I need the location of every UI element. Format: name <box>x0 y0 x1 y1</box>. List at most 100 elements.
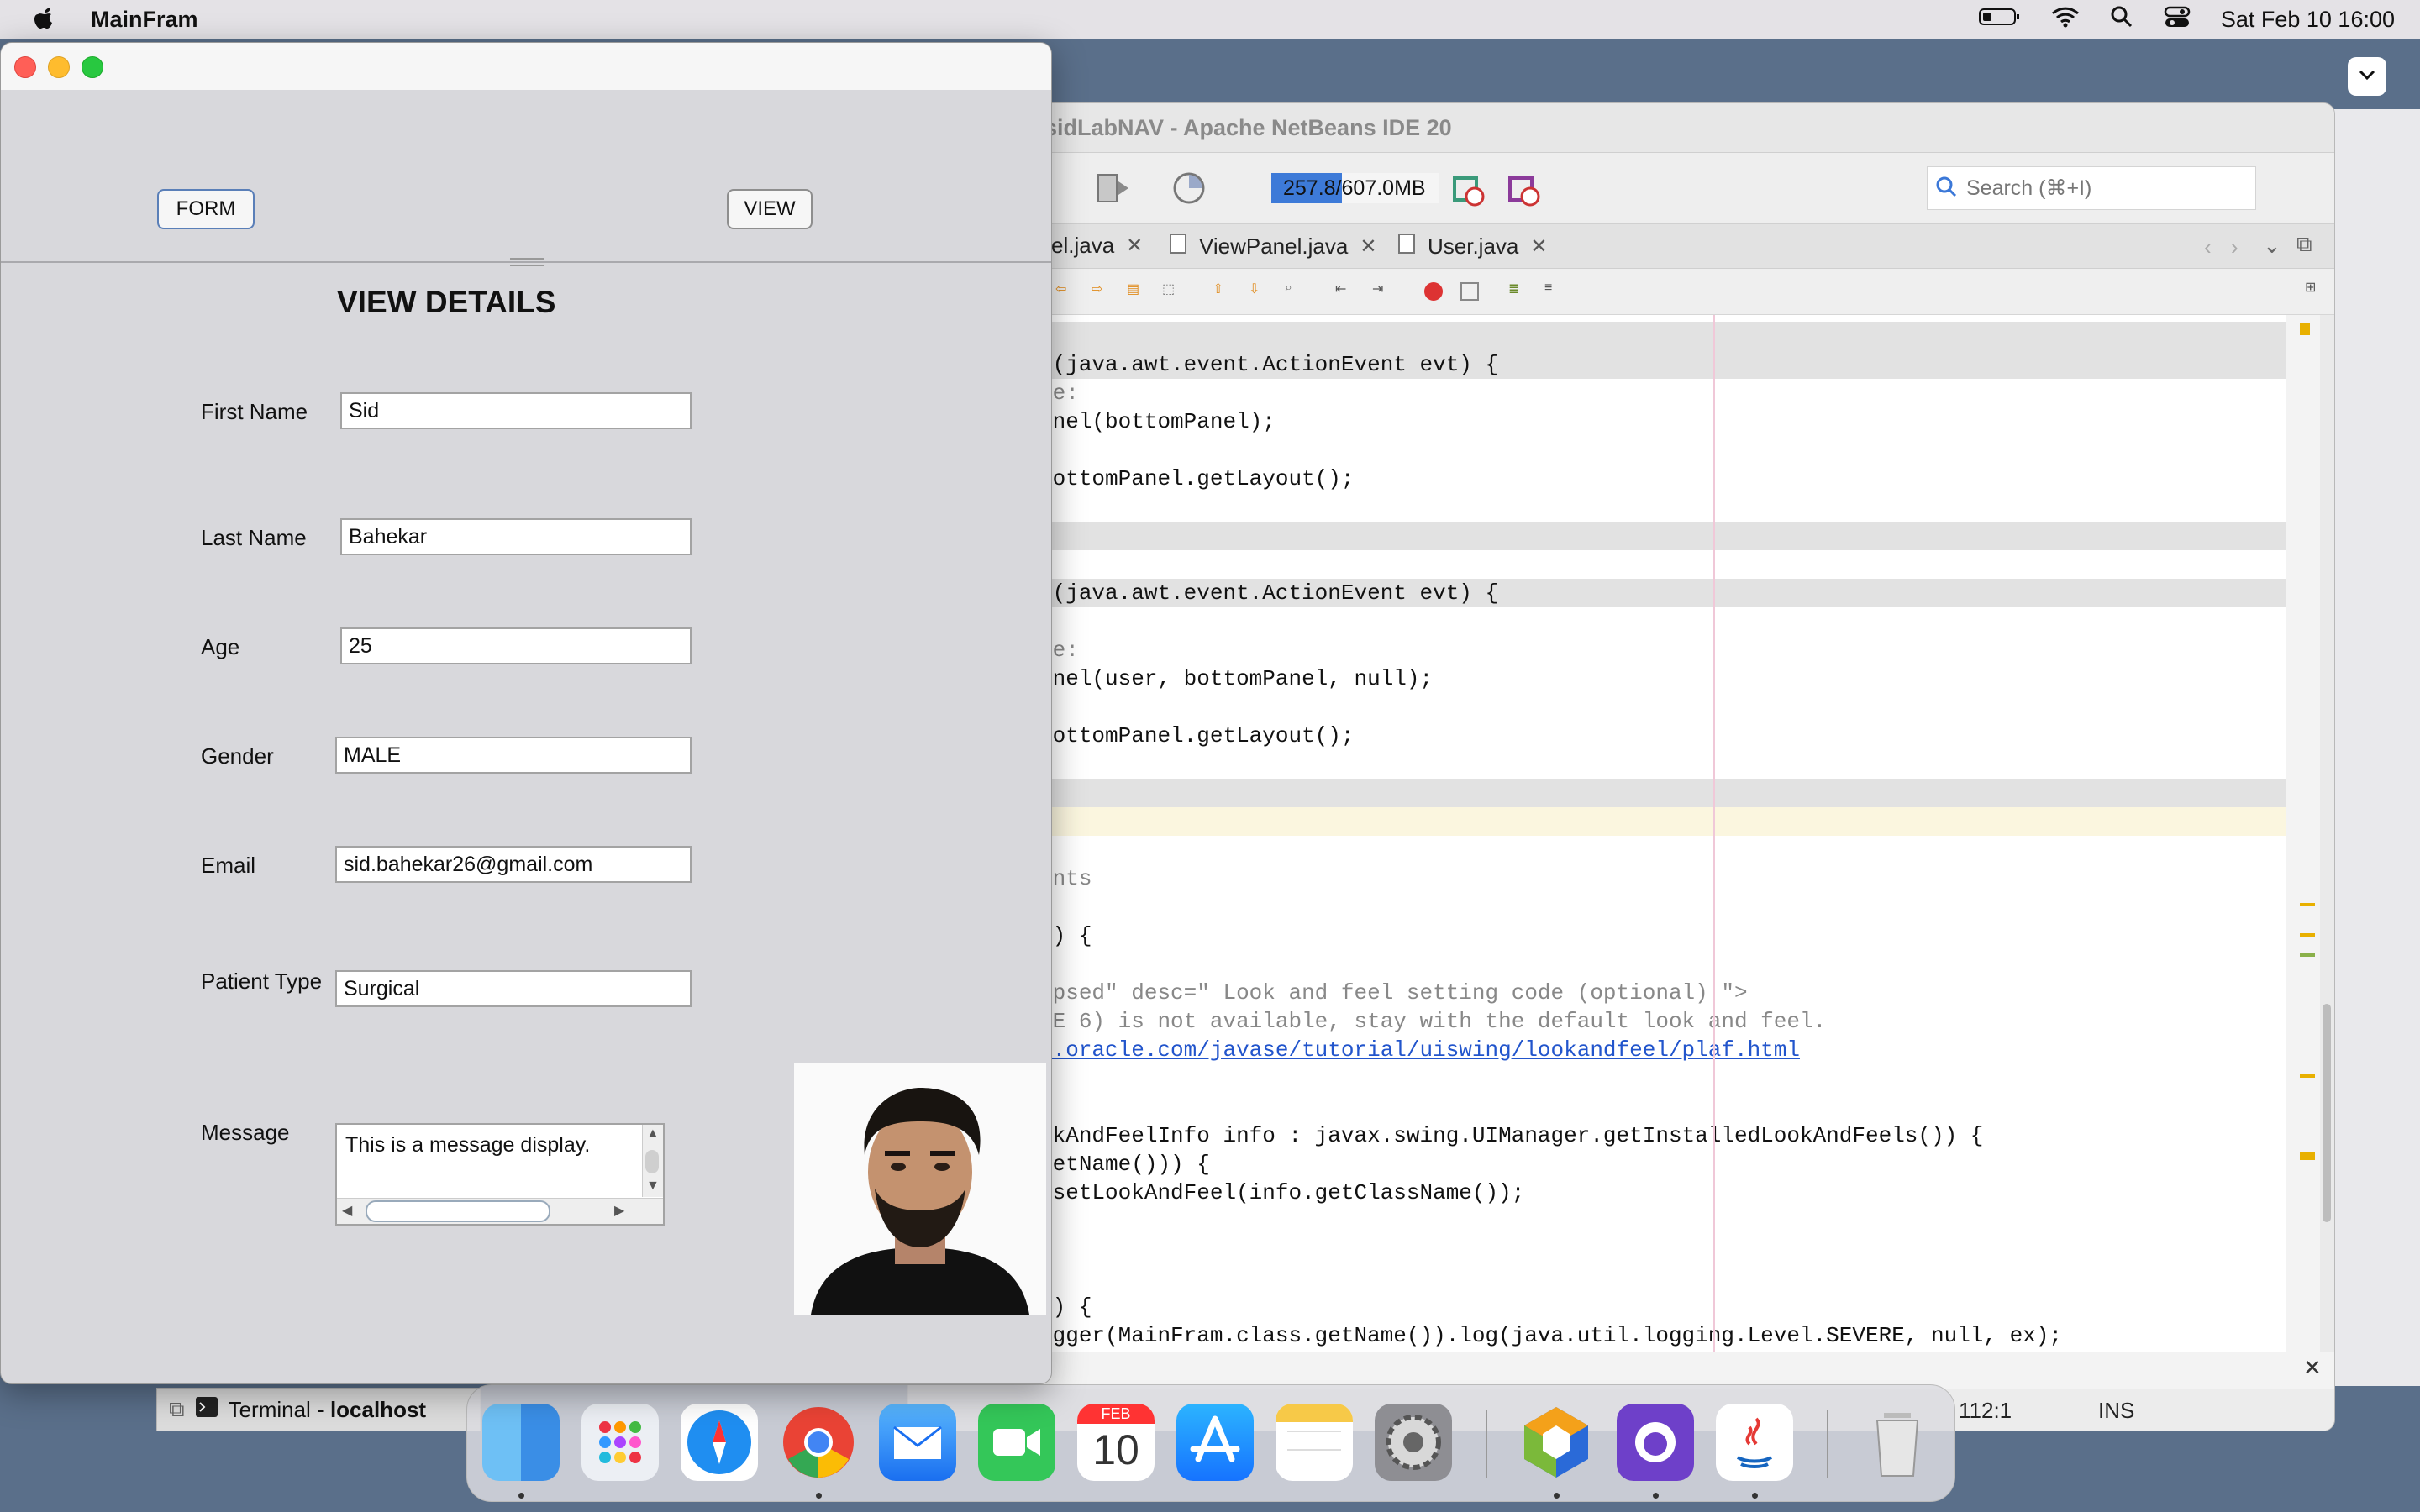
editor-tab[interactable]: User.java ✕ <box>1397 233 1548 260</box>
code-line[interactable]: new FormPanel(bottomPanel); <box>908 407 2286 436</box>
gender-field[interactable]: MALE <box>335 737 692 774</box>
close-icon[interactable]: ✕ <box>1360 234 1376 259</box>
horizontal-scroll-thumb[interactable] <box>366 1200 550 1222</box>
vertical-scroll-thumb[interactable] <box>645 1150 659 1173</box>
code-line[interactable] <box>908 550 2286 579</box>
dropdown-chevron-button[interactable] <box>2348 57 2386 96</box>
code-line[interactable] <box>908 522 2286 550</box>
close-icon[interactable]: ✕ <box>1126 234 1143 258</box>
close-window-icon[interactable] <box>14 56 36 78</box>
code-line[interactable] <box>908 1064 2286 1093</box>
code-line[interactable]: onPerformed(java.awt.event.ActionEvent e… <box>908 350 2286 379</box>
tab-scroll-right-icon[interactable]: › <box>2231 234 2238 260</box>
scroll-left-icon[interactable]: ◀ <box>342 1202 352 1219</box>
apple-icon[interactable] <box>34 4 55 38</box>
code-line[interactable]: ); <box>908 493 2286 522</box>
minimize-window-icon[interactable] <box>48 56 70 78</box>
code-line[interactable] <box>908 1264 2286 1293</box>
scroll-down-icon[interactable]: ▼ <box>646 1179 660 1194</box>
code-line[interactable]: .UIManager.setLookAndFeel(info.getClassN… <box>908 1179 2286 1207</box>
code-line[interactable] <box>908 807 2286 836</box>
code-line[interactable]: ://download.oracle.com/javase/tutorial/u… <box>908 1036 2286 1064</box>
notes-icon[interactable] <box>1276 1404 1353 1481</box>
code-line[interactable]: tate="collapsed" desc=" Look and feel se… <box>908 979 2286 1007</box>
close-output-icon[interactable]: ✕ <box>2303 1355 2322 1381</box>
email-field[interactable]: sid.bahekar26@gmail.com <box>335 846 692 883</box>
app-store-icon[interactable] <box>1176 1404 1254 1481</box>
scrollbar-thumb[interactable] <box>2323 1004 2331 1222</box>
system-settings-icon[interactable] <box>1375 1404 1452 1481</box>
shift-line-right-icon[interactable]: ⇨ <box>1092 281 1102 297</box>
split-editor-icon[interactable]: ⊞ <box>2305 279 2316 296</box>
move-up-icon[interactable]: ⇧ <box>1213 281 1223 297</box>
chrome-icon[interactable] <box>780 1404 857 1481</box>
spotlight-search-icon[interactable] <box>2110 5 2133 34</box>
code-line[interactable]: rdLayout) bottomPanel.getLayout(); <box>908 722 2286 750</box>
code-line[interactable]: new ViewPanel(user, bottomPanel, null); <box>908 664 2286 693</box>
finder-icon[interactable] <box>482 1404 560 1481</box>
code-line[interactable] <box>908 893 2286 921</box>
safari-icon[interactable] <box>681 1404 758 1481</box>
garbage-collect-icon[interactable] <box>1448 170 1486 213</box>
first-name-field[interactable]: Sid <box>340 392 692 429</box>
terminal-window-tab[interactable]: ⧉ Terminal - localhost <box>156 1388 481 1431</box>
move-down-icon[interactable]: ⇩ <box>1249 281 1260 297</box>
code-line[interactable]: uals(info.getName())) { <box>908 1150 2286 1179</box>
facetime-icon[interactable] <box>978 1404 1055 1481</box>
unindent-icon[interactable]: ⇤ <box>1335 281 1346 297</box>
close-icon[interactable]: ✕ <box>1530 234 1547 259</box>
code-line[interactable]: xception ex) { <box>908 1293 2286 1321</box>
build-project-icon[interactable] <box>1095 170 1134 211</box>
scroll-right-icon[interactable]: ▶ <box>614 1202 624 1219</box>
code-line[interactable]: ogger.getLogger(MainFram.class.getName()… <box>908 1321 2286 1350</box>
mail-icon[interactable] <box>879 1404 956 1481</box>
code-line[interactable]: ring args[]) { <box>908 921 2286 950</box>
trash-icon[interactable] <box>1859 1404 1936 1481</box>
code-line[interactable]: ); <box>908 750 2286 779</box>
code-line[interactable] <box>908 779 2286 807</box>
code-line[interactable]: rdLayout) bottomPanel.getLayout(); <box>908 465 2286 493</box>
code-line[interactable]: d in Java SE 6) is not available, stay w… <box>908 1007 2286 1036</box>
find-selection-icon[interactable]: ⌕ <box>1285 281 1292 296</box>
code-line[interactable]: ect); <box>908 693 2286 722</box>
code-line[interactable]: onPerformed(java.awt.event.ActionEvent e… <box>908 579 2286 607</box>
calendar-icon[interactable]: FEB 10 <box>1077 1404 1155 1481</box>
ide-search-field[interactable]: Search (⌘+I) <box>1927 166 2256 210</box>
memory-indicator[interactable]: 257.8/607.0MB <box>1271 173 1439 203</box>
form-button[interactable]: FORM <box>157 189 255 229</box>
age-field[interactable]: 25 <box>340 627 692 664</box>
toggle-comment-icon[interactable]: ▤ <box>1127 281 1139 297</box>
scroll-up-icon[interactable]: ▲ <box>646 1126 660 1142</box>
code-line[interactable]: ect); <box>908 436 2286 465</box>
netbeans-icon[interactable] <box>1518 1404 1595 1481</box>
maximize-window-icon[interactable] <box>82 56 103 78</box>
wifi-icon[interactable] <box>2051 6 2080 34</box>
code-line[interactable] <box>908 1207 2286 1236</box>
comment-icon[interactable]: ≣ <box>1508 281 1519 297</box>
code-line[interactable] <box>908 322 2286 350</box>
code-line[interactable] <box>908 1236 2286 1264</box>
restore-window-icon[interactable]: ⧉ <box>169 1396 185 1423</box>
shift-line-left-icon[interactable]: ⇦ <box>1055 281 1066 297</box>
launchpad-icon[interactable] <box>581 1404 659 1481</box>
code-line[interactable] <box>908 1093 2286 1121</box>
select-icon[interactable]: ⬚ <box>1162 281 1175 297</box>
code-line[interactable]: ng code here: <box>908 379 2286 407</box>
view-button[interactable]: VIEW <box>727 189 813 229</box>
editor-scrollbar[interactable] <box>2320 315 2334 1352</box>
record-macro-icon[interactable] <box>1423 281 1444 307</box>
tab-list-icon[interactable]: ⌄ <box>2263 233 2281 259</box>
window-title-bar[interactable] <box>1 43 1051 91</box>
patient-type-field[interactable]: Surgical <box>335 970 692 1007</box>
editor-error-stripe[interactable] <box>2295 315 2320 1352</box>
message-text-area[interactable]: This is a message display. <box>345 1133 590 1158</box>
code-line[interactable]: and feel */ <box>908 950 2286 979</box>
code-line[interactable]: Manager.LookAndFeelInfo info : javax.swi… <box>908 1121 2286 1150</box>
editor-tab[interactable]: ViewPanel.java ✕ <box>1169 233 1376 260</box>
horizontal-scrollbar[interactable]: ◀ ▶ <box>337 1198 663 1224</box>
code-line[interactable] <box>908 836 2286 864</box>
editor-tab[interactable]: el.java ✕ <box>1051 233 1143 259</box>
code-line[interactable]: ng code here: <box>908 636 2286 664</box>
indent-icon[interactable]: ⇥ <box>1372 281 1383 297</box>
code-editor[interactable]: onPerformed(java.awt.event.ActionEvent e… <box>908 315 2286 1352</box>
